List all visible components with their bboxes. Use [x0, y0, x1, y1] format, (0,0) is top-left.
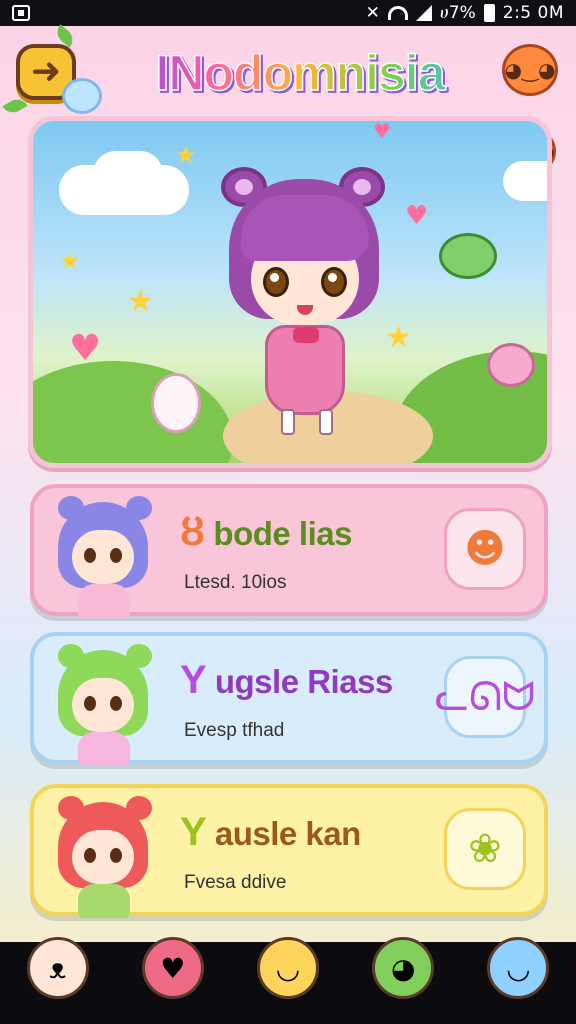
avatar-face — [72, 530, 134, 584]
avatar-body — [78, 884, 130, 918]
heart-icon: ♥ — [405, 201, 429, 231]
avatar-eye — [110, 848, 122, 863]
character-leg — [281, 409, 295, 435]
mascot-face: ◕‿◕ — [504, 58, 556, 82]
avatar-face — [72, 830, 134, 884]
avatar-eye — [110, 548, 122, 563]
character-subtitle: Ltesd. 10ios — [184, 572, 287, 593]
pink-pig-icon — [487, 343, 535, 387]
star-icon: ★ — [127, 284, 154, 319]
character-avatar — [44, 496, 164, 618]
pink-book-icon: ♥ — [141, 937, 204, 999]
character-card[interactable]: Y ausle kan Fvesa ddive ❀ — [30, 784, 548, 918]
flower-bud-icon[interactable]: ❀ — [444, 808, 526, 890]
smiley-face-icon[interactable]: ☻ — [444, 508, 526, 590]
character-card[interactable]: ȣ bode lias Ltesd. 10ios ☻ — [30, 484, 548, 618]
name-prefix-glyph: ȣ — [180, 510, 205, 554]
character-subtitle: Fvesa ddive — [184, 872, 287, 893]
star-icon: ★ — [385, 320, 412, 355]
leaf-decoration — [2, 95, 28, 117]
white-bunny-icon — [151, 373, 201, 433]
avatar-eye — [84, 848, 96, 863]
status-bar: ✕ ሀ7% 2:5 0M — [0, 0, 576, 26]
signal-icon — [415, 5, 432, 21]
nav-item-pink-book[interactable]: ♥ — [138, 933, 208, 1003]
yellow-blob-icon: ◡ — [256, 937, 319, 999]
nav-item-blue-blob[interactable]: ◡ — [483, 933, 553, 1003]
card-icon-glyph: ❀ — [468, 826, 502, 872]
bear-face-icon: ᴥ — [26, 937, 89, 999]
mute-icon: ✕ — [365, 3, 380, 23]
character-name: Y ugsle Riass — [180, 658, 393, 703]
character-avatar — [44, 644, 164, 766]
name-prefix-glyph: Y — [180, 658, 207, 702]
battery-text: ሀ7% — [439, 3, 476, 23]
character-eye — [321, 267, 347, 297]
character-avatar — [44, 796, 164, 918]
character-eye — [263, 267, 289, 297]
hair-bangs — [241, 195, 369, 261]
name-text: bode lias — [213, 515, 352, 552]
blue-bird-mascot-icon — [62, 78, 102, 114]
status-clock: 2:5 0M — [502, 3, 564, 23]
status-right: ✕ ሀ7% 2:5 0M — [366, 3, 564, 23]
avatar-body — [78, 584, 130, 618]
back-arrow-icon: ➜ — [30, 51, 62, 92]
heart-icon: ♥ — [69, 328, 102, 369]
star-icon: ★ — [59, 247, 81, 275]
status-left — [12, 5, 30, 21]
star-icon: ★ — [175, 141, 197, 169]
app-title: INodomnisia — [120, 44, 480, 102]
card-icon-glyph: ☻ — [464, 526, 506, 572]
frog-icon: ◕ — [372, 937, 435, 999]
avatar-body — [78, 732, 130, 766]
character-subtitle: Evesp tfhad — [184, 720, 285, 741]
character-card[interactable]: Y ugsle Riass Evesp tfhad ᓚᘏᗢ — [30, 632, 548, 766]
cat-icon[interactable]: ᓚᘏᗢ — [435, 656, 535, 738]
hero-character-illustration — [219, 165, 389, 435]
character-name: ȣ bode lias — [180, 510, 352, 555]
name-text: ausle kan — [214, 815, 361, 852]
cloud-decoration — [503, 161, 547, 201]
blue-blob-icon: ◡ — [487, 937, 550, 999]
name-prefix-glyph: Y — [180, 810, 207, 854]
avatar-eye — [110, 696, 122, 711]
character-name: Y ausle kan — [180, 810, 361, 855]
avatar-face — [72, 678, 134, 732]
app-header: ➜ INodomnisia ◕‿◕ ◕‿◕ — [0, 24, 576, 176]
nav-item-frog[interactable]: ◕ — [368, 933, 438, 1003]
sim-icon — [12, 5, 30, 21]
card-icon-glyph: ᓚᘏᗢ — [434, 674, 536, 720]
character-leg — [319, 409, 333, 435]
hero-character-card[interactable]: ★ ★ ★ ★ ♥ ♥ ♥ — [28, 116, 552, 468]
green-critter-icon — [439, 233, 497, 279]
cloud-decoration — [93, 151, 163, 197]
character-bow — [293, 327, 319, 343]
orange-blob-mascot-icon: ◕‿◕ — [502, 44, 558, 96]
nav-item-yellow-blob[interactable]: ◡ — [253, 933, 323, 1003]
nav-item-bear-face[interactable]: ᴥ — [23, 933, 93, 1003]
avatar-eye — [84, 548, 96, 563]
wifi-icon — [387, 6, 408, 20]
avatar-eye — [84, 696, 96, 711]
hill-decoration — [33, 361, 233, 463]
battery-icon — [483, 4, 495, 22]
heart-icon: ♥ — [373, 119, 391, 143]
bottom-navigation: ᴥ ♥ ◡ ◕ ◡ — [0, 937, 576, 1024]
name-text: ugsle Riass — [214, 663, 393, 700]
